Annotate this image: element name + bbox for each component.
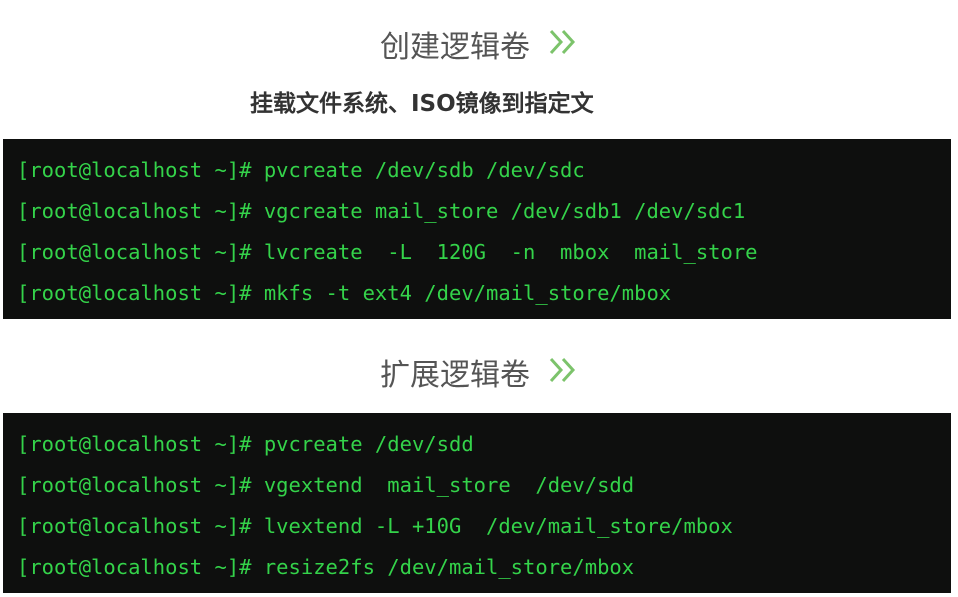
shell-command: pvcreate /dev/sdd — [251, 432, 474, 456]
section-title-text: 创建逻辑卷 — [380, 30, 530, 65]
shell-prompt: [root@localhost ~]# — [17, 432, 252, 456]
shell-prompt: [root@localhost ~]# — [17, 281, 252, 305]
shell-command: vgcreate mail_store /dev/sdb1 /dev/sdc1 — [251, 199, 746, 223]
terminal-line: [root@localhost ~]# lvextend -L +10G /de… — [17, 506, 951, 547]
shell-command: lvcreate -L 120G -n mbox mail_store — [251, 240, 758, 264]
shell-command: mkfs -t ext4 /dev/mail_store/mbox — [251, 281, 672, 305]
shell-prompt: [root@localhost ~]# — [17, 555, 252, 579]
terminal-extend-lv: [root@localhost ~]# pvcreate /dev/sdd [r… — [3, 413, 951, 593]
terminal-line: [root@localhost ~]# vgcreate mail_store … — [17, 191, 951, 232]
section-title-extend-lv: 扩展逻辑卷 — [0, 356, 958, 396]
shell-prompt: [root@localhost ~]# — [17, 240, 252, 264]
terminal-line: [root@localhost ~]# mkfs -t ext4 /dev/ma… — [17, 273, 951, 314]
terminal-line: [root@localhost ~]# resize2fs /dev/mail_… — [17, 547, 951, 588]
terminal-line: [root@localhost ~]# vgextend mail_store … — [17, 465, 951, 506]
double-chevron-right-icon — [548, 355, 578, 395]
terminal-line: [root@localhost ~]# lvcreate -L 120G -n … — [17, 232, 951, 273]
shell-prompt: [root@localhost ~]# — [17, 199, 252, 223]
subtitle: 挂载文件系统、ISO镜像到指定文 — [250, 91, 594, 117]
shell-command: resize2fs /dev/mail_store/mbox — [251, 555, 635, 579]
shell-command: vgextend mail_store /dev/sdd — [251, 473, 635, 497]
shell-command: lvextend -L +10G /dev/mail_store/mbox — [251, 514, 733, 538]
terminal-create-lv: [root@localhost ~]# pvcreate /dev/sdb /d… — [3, 139, 951, 319]
terminal-line: [root@localhost ~]# pvcreate /dev/sdd — [17, 424, 951, 465]
terminal-line: [root@localhost ~]# pvcreate /dev/sdb /d… — [17, 150, 951, 191]
shell-command: pvcreate /dev/sdb /dev/sdc — [251, 158, 585, 182]
shell-prompt: [root@localhost ~]# — [17, 158, 252, 182]
double-chevron-right-icon — [548, 27, 578, 67]
shell-prompt: [root@localhost ~]# — [17, 473, 252, 497]
section-title-create-lv: 创建逻辑卷 — [0, 28, 958, 68]
shell-prompt: [root@localhost ~]# — [17, 514, 252, 538]
section-title-text: 扩展逻辑卷 — [380, 358, 530, 393]
